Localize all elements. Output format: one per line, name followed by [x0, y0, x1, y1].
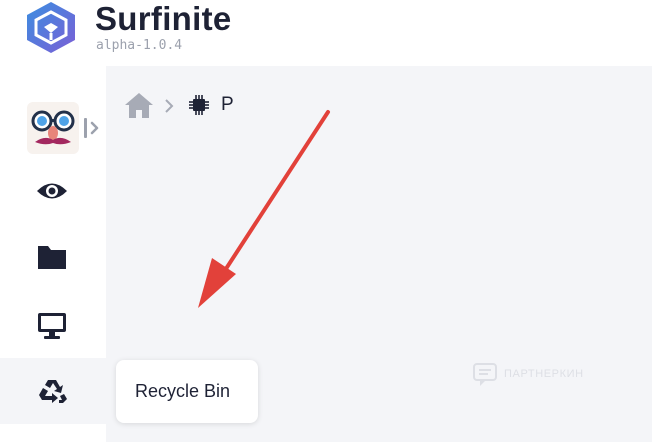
- surfinite-logo: [27, 2, 75, 53]
- app-title: Surfinite: [95, 0, 232, 37]
- watermark: ПАРТНЕРКИН: [472, 362, 632, 388]
- sidebar-item-recycle[interactable]: [0, 358, 106, 424]
- recycle-icon: [39, 380, 67, 403]
- recycle-bin-tooltip: Recycle Bin: [116, 360, 258, 423]
- sidebar-item-profile[interactable]: [0, 80, 106, 170]
- sidebar: [0, 66, 106, 442]
- sidebar-item-folder[interactable]: [0, 224, 106, 290]
- folder-icon: [38, 246, 66, 269]
- app-version: alpha-1.0.4: [96, 38, 183, 53]
- sidebar-item-desktop[interactable]: [0, 292, 106, 358]
- watermark-text: ПАРТНЕРКИН: [504, 368, 584, 380]
- sidebar-item-view[interactable]: [0, 158, 106, 224]
- home-icon[interactable]: [124, 91, 154, 119]
- tooltip-text: Recycle Bin: [135, 381, 231, 401]
- chat-bubble-icon: [473, 363, 497, 386]
- eye-icon: [37, 183, 67, 199]
- red-arrow: [198, 110, 330, 308]
- disguise-avatar-icon: [27, 102, 79, 154]
- sidebar-expand-icon[interactable]: [82, 116, 102, 140]
- chevron-right-icon: [165, 99, 174, 113]
- monitor-icon: [38, 313, 66, 339]
- app-header: Surfinite alpha-1.0.4: [0, 0, 652, 66]
